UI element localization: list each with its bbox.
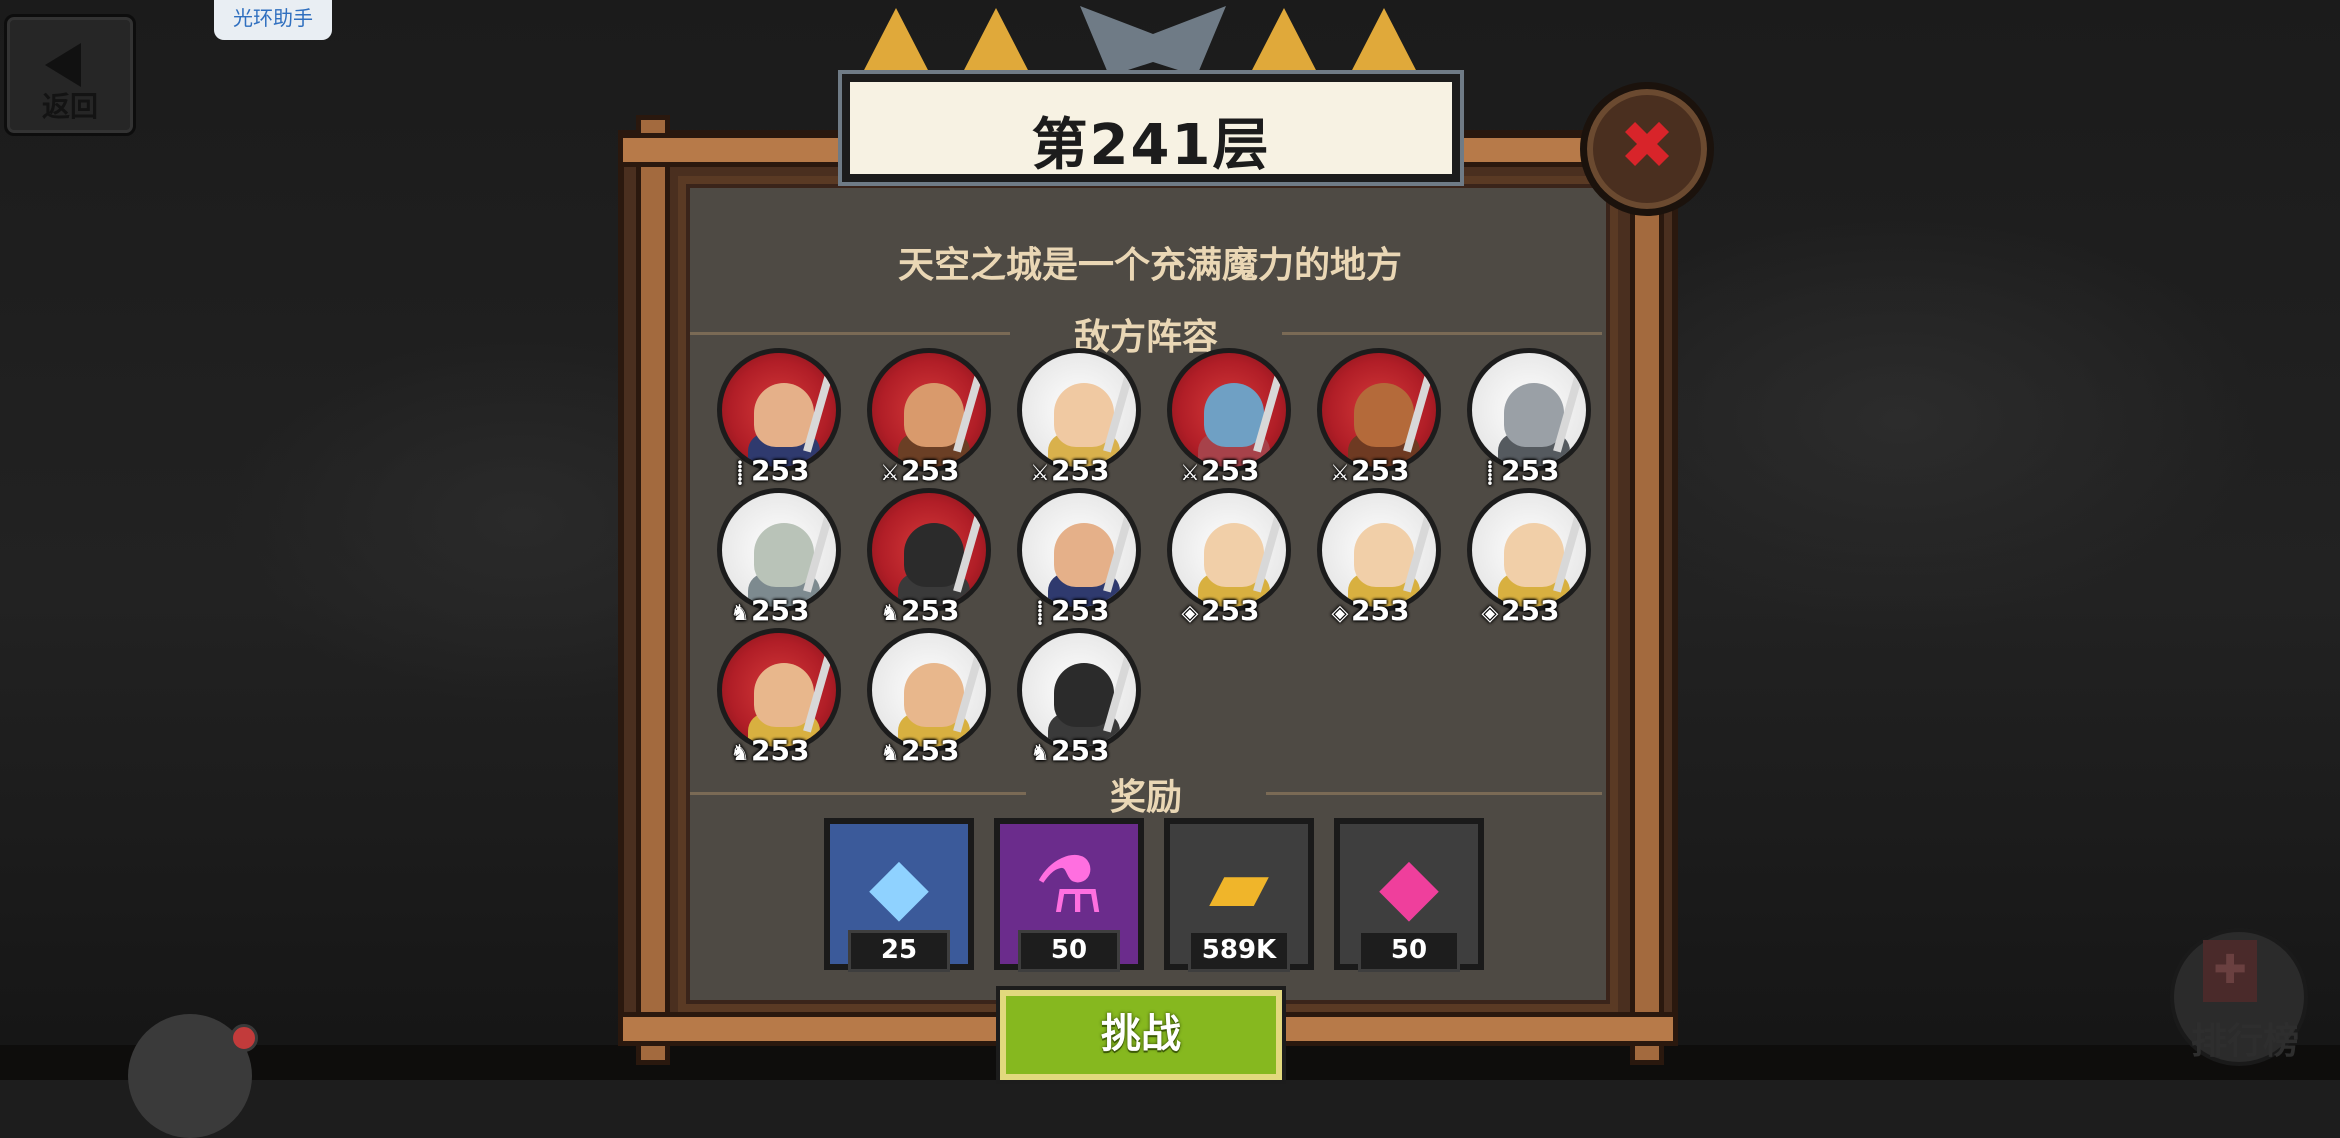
enemy-hero[interactable]: ⸽ 253 [1465,348,1593,488]
enemy-hero[interactable]: ♞253 [715,488,843,628]
hero-level-value: 253 [1051,594,1110,627]
hero-level-value: 253 [1501,594,1560,627]
reward-item[interactable]: ⚗ 50 [994,818,1144,972]
sword-icon: ⚔ [1030,461,1050,486]
cavalry-icon: ♞ [1030,741,1050,766]
notification-dot [230,1024,258,1052]
hero-level-value: 253 [1351,454,1410,487]
potion-flask-icon: ⚗ [1034,841,1104,931]
archer-icon: ◈ [1481,601,1499,626]
enemy-hero[interactable]: ♞253 [865,488,993,628]
frame-post-right [1630,115,1664,1065]
spear-icon: ⸽ [737,461,743,486]
hero-level: ♞253 [729,734,835,768]
hero-level: ⚔253 [1179,454,1285,488]
close-icon: ✖ [1619,107,1675,184]
reward-quantity: 50 [1018,930,1120,972]
hero-level-value: 253 [1051,734,1110,767]
gold-bars-icon: ▰ [1209,841,1269,931]
hero-level: ♞253 [879,734,985,768]
spear-icon: ⸽ [1037,601,1043,626]
enemy-hero[interactable]: ♞253 [1015,628,1143,768]
sword-icon: ⚔ [1180,461,1200,486]
hero-level-value: 253 [1501,454,1560,487]
enemy-hero[interactable]: ◈253 [1165,488,1293,628]
rewards-header: 奖励 [690,768,1602,820]
sword-icon: ⚔ [880,461,900,486]
close-button[interactable]: ✖ [1580,82,1714,216]
hero-level-value: 253 [901,594,960,627]
cavalry-icon: ♞ [880,741,900,766]
reward-item[interactable]: ◆ 25 [824,818,974,972]
spear-icon: ⸽ [1487,461,1493,486]
hero-level-value: 253 [901,454,960,487]
hero-level: ⸽ 253 [1479,454,1585,488]
hero-level-value: 253 [751,594,810,627]
enemy-hero[interactable]: ⸽ 253 [1015,488,1143,628]
enemy-hero[interactable]: ⚔253 [1165,348,1293,488]
hero-level-value: 253 [1201,594,1260,627]
reward-item[interactable]: ▰ 589K [1164,818,1314,972]
enemy-hero[interactable]: ♞253 [865,628,993,768]
reward-quantity: 25 [848,930,950,972]
cavalry-icon: ♞ [730,741,750,766]
hero-level: ◈253 [1479,594,1585,628]
diamond-ore-icon: ◆ [869,841,929,931]
hero-level: ⸽ 253 [1029,594,1135,628]
enemy-hero[interactable]: ⚔253 [1315,348,1443,488]
floor-title: 第241层 [1031,113,1271,178]
hero-level: ♞253 [879,594,985,628]
reward-item[interactable]: ◆ 50 [1334,818,1484,972]
reward-quantity: 589K [1188,930,1290,972]
hero-level-value: 253 [1201,454,1260,487]
reward-quantity: 50 [1358,930,1460,972]
enemy-hero[interactable]: ♞253 [715,628,843,768]
leaderboard-flag-icon: ✚ [2203,940,2257,1002]
enemy-hero[interactable]: ⸽ 253 [715,348,843,488]
hero-level: ⚔253 [879,454,985,488]
sword-icon: ⚔ [1330,461,1350,486]
floor-description: 天空之城是一个充满魔力的地方 [897,245,1402,286]
hero-level: ⚔253 [1029,454,1135,488]
hero-level: ⚔253 [1329,454,1435,488]
enemy-hero[interactable]: ◈253 [1315,488,1443,628]
back-label: 返回 [41,90,98,123]
back-button[interactable]: 返回 [4,14,136,136]
cavalry-icon: ♞ [880,601,900,626]
hero-level: ⸽ 253 [729,454,835,488]
pink-gem-icon: ◆ [1379,841,1439,931]
hero-level: ♞253 [729,594,835,628]
enemy-hero[interactable]: ◈253 [1465,488,1593,628]
leaderboard-label: 排行榜 [2190,1021,2299,1062]
floor-title-plate: 第241层 [842,74,1460,182]
back-arrow-icon [45,43,81,87]
hero-level-value: 253 [751,454,810,487]
helper-badge[interactable]: 光环助手 [214,0,332,40]
hero-level: ◈253 [1179,594,1285,628]
hero-level-value: 253 [1051,454,1110,487]
archer-icon: ◈ [1181,601,1199,626]
hero-level: ♞253 [1029,734,1135,768]
hero-level: ◈253 [1329,594,1435,628]
archer-icon: ◈ [1331,601,1349,626]
enemy-hero[interactable]: ⚔253 [1015,348,1143,488]
enemy-hero[interactable]: ⚔253 [865,348,993,488]
hero-level-value: 253 [901,734,960,767]
challenge-button[interactable]: 挑战 [1000,990,1282,1080]
hero-level-value: 253 [751,734,810,767]
cavalry-icon: ♞ [730,601,750,626]
frame-post-left [636,115,670,1065]
hero-level-value: 253 [1351,594,1410,627]
